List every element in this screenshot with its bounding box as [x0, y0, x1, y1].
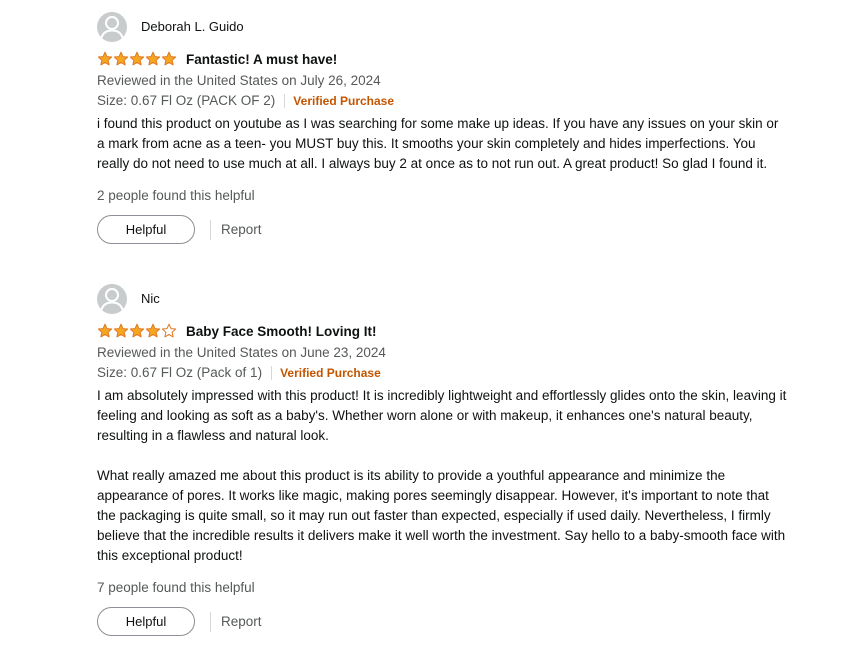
review-paragraph: i found this product on youtube as I was… — [97, 116, 779, 171]
star-rating[interactable] — [97, 323, 177, 339]
report-link[interactable]: Report — [221, 222, 262, 237]
review-title[interactable]: Fantastic! A must have! — [186, 52, 337, 67]
star-filled-icon — [145, 323, 161, 338]
reviewer-name[interactable]: Nic — [141, 291, 160, 306]
star-filled-icon — [129, 51, 145, 66]
divider — [210, 219, 211, 240]
review-title[interactable]: Baby Face Smooth! Loving It! — [186, 324, 377, 339]
review-card: Nic Baby Face Smooth! Loving It! Reviewe… — [97, 283, 787, 637]
helpful-button[interactable]: Helpful — [97, 607, 195, 636]
star-filled-icon — [97, 51, 113, 66]
helpful-button[interactable]: Helpful — [97, 215, 195, 244]
star-filled-icon — [161, 51, 177, 66]
helpful-count: 2 people found this helpful — [97, 188, 255, 203]
star-filled-icon — [97, 323, 113, 338]
star-filled-icon — [145, 51, 161, 66]
avatar-icon — [97, 283, 127, 314]
reviewer-profile[interactable]: Deborah L. Guido — [97, 11, 787, 42]
review-date: Reviewed in the United States on June 23… — [97, 345, 386, 360]
divider — [284, 94, 286, 108]
review-date: Reviewed in the United States on July 26… — [97, 73, 381, 88]
review-body: i found this product on youtube as I was… — [97, 114, 787, 174]
review-paragraph: What really amazed me about this product… — [97, 468, 786, 563]
review-paragraph: I am absolutely impressed with this prod… — [97, 388, 787, 443]
review-format[interactable]: Size: 0.67 Fl Oz (PACK OF 2) — [97, 91, 275, 111]
review-card: Deborah L. Guido Fantastic! A must have!… — [97, 11, 787, 245]
verified-purchase-badge: Verified Purchase — [293, 94, 395, 108]
star-filled-icon — [113, 51, 129, 66]
avatar-icon — [97, 11, 127, 42]
star-filled-icon — [113, 323, 129, 338]
star-rating[interactable] — [97, 51, 177, 67]
reviewer-profile[interactable]: Nic — [97, 283, 787, 314]
report-link[interactable]: Report — [221, 614, 262, 629]
reviewer-name[interactable]: Deborah L. Guido — [141, 19, 244, 34]
review-body: I am absolutely impressed with this prod… — [97, 386, 787, 566]
star-filled-icon — [129, 323, 145, 338]
divider — [210, 611, 211, 632]
divider — [271, 366, 273, 380]
helpful-count: 7 people found this helpful — [97, 580, 255, 595]
verified-purchase-badge: Verified Purchase — [280, 366, 381, 380]
star-empty-icon — [161, 323, 177, 338]
review-format[interactable]: Size: 0.67 Fl Oz (Pack of 1) — [97, 363, 262, 383]
